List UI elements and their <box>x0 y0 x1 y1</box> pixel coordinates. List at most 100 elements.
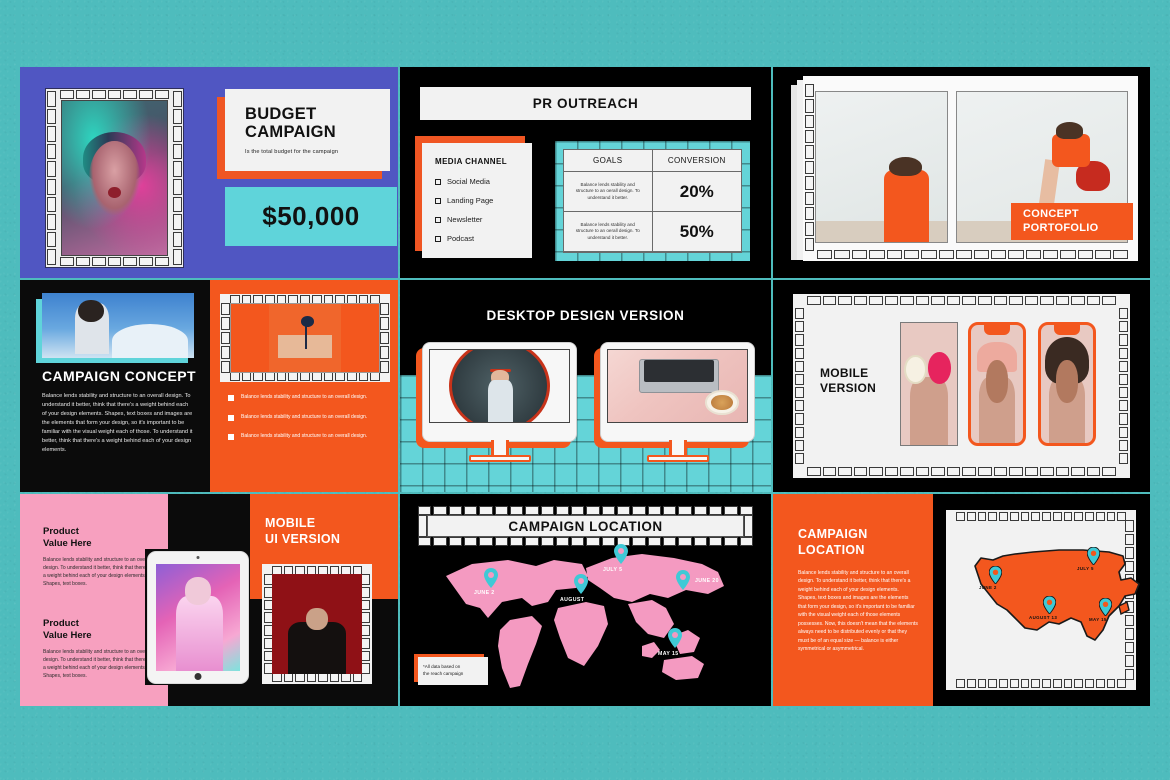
map-pin-label: JUNE 20 <box>695 578 719 584</box>
list-item: Balance lends stability and structure to… <box>228 414 393 422</box>
checkbox-icon[interactable] <box>435 178 441 185</box>
camera-icon <box>196 556 200 559</box>
map-pin-label: JULY 5 <box>1077 566 1094 571</box>
goal-text: Balance lends stability and structure to… <box>575 221 640 240</box>
checkbox-icon[interactable] <box>435 197 441 204</box>
phone-notch <box>1054 325 1080 335</box>
product-value-block-1: Product Value Here Balance lends stabili… <box>43 526 153 588</box>
table-header-conversion: CONVERSION <box>652 150 741 172</box>
slide-desktop-design-version[interactable]: DESKTOP DESIGN VERSION <box>400 280 771 492</box>
slide-mobile-version[interactable]: MOBILE VERSION <box>773 280 1150 492</box>
map-footnote: *All data based on the reach campaign <box>414 654 488 685</box>
us-title-line1: CAMPAIGN <box>798 527 868 541</box>
location-pin-icon <box>1087 547 1100 565</box>
media-channel-list: Social Media Landing Page Newsletter Pod… <box>435 177 532 243</box>
phone-mockup-1 <box>968 322 1026 446</box>
red-photo-film-frame <box>262 564 372 684</box>
map-pin[interactable] <box>1099 598 1112 616</box>
list-item[interactable]: Social Media <box>435 177 532 186</box>
map-pin[interactable] <box>484 568 498 588</box>
mobile-ui-line1: MOBILE <box>265 516 316 530</box>
campaign-concept-title: CAMPAIGN CONCEPT <box>42 368 196 384</box>
product-title-line1: Product <box>43 618 79 629</box>
goals-conversion-table: GOALS CONVERSION Balance lends stability… <box>563 149 742 253</box>
product-title-line2: Value Here <box>43 629 92 641</box>
table-row: Balance lends stability and structure to… <box>564 212 653 252</box>
map-pin[interactable] <box>676 570 690 590</box>
location-pin-icon <box>574 574 588 594</box>
map-pin[interactable] <box>574 574 588 594</box>
slide-pr-outreach[interactable]: PR OUTREACH MEDIA CHANNEL Social Media L… <box>400 67 771 278</box>
map-pin[interactable] <box>989 566 1002 584</box>
campaign-location-header-frame: CAMPAIGN LOCATION <box>418 506 753 546</box>
slide-campaign-concept[interactable]: CAMPAIGN CONCEPT Balance lends stability… <box>20 280 398 492</box>
table-row: Balance lends stability and structure to… <box>564 172 653 212</box>
map-pin-label: JULY 5 <box>603 567 623 573</box>
map-pin[interactable] <box>1043 596 1056 614</box>
footnote-line2: the reach campaign <box>423 671 464 677</box>
slide-campaign-location-world[interactable]: CAMPAIGN LOCATION JUNE 2 JULY 5 AUGUST J… <box>400 494 771 706</box>
conversion-value: 50% <box>652 212 741 252</box>
photo-man-red-background <box>272 574 362 674</box>
photo-woman-portrait <box>429 349 570 423</box>
phone-notch <box>984 325 1010 335</box>
concept-label-line1: CONCEPT <box>1023 208 1079 221</box>
monitor-left <box>416 342 577 462</box>
table-header-goals: GOALS <box>564 150 653 172</box>
photo-neon-model <box>156 564 240 671</box>
location-pin-icon <box>668 628 682 648</box>
budget-amount: $50,000 <box>225 187 397 246</box>
list-item: Balance lends stability and structure to… <box>228 394 393 402</box>
bullet-text: Balance lends stability and structure to… <box>241 394 368 400</box>
bullet-text: Balance lends stability and structure to… <box>241 413 368 420</box>
slide-campaign-location-us[interactable]: CAMPAIGN LOCATION Balance lends stabilit… <box>773 494 1150 706</box>
goal-text: Balance lends stability and structure to… <box>575 181 640 200</box>
bullet-square-icon <box>228 395 234 401</box>
slide-product-value[interactable]: Product Value Here Balance lends stabili… <box>20 494 398 706</box>
portrait-photo-blowing-kiss <box>61 100 168 256</box>
us-map: JUNE 2 JULY 5 AUGUST 13 MAY 15 <box>963 544 1148 659</box>
mobile-title-line2: VERSION <box>820 380 877 395</box>
photo-girl-sky <box>42 293 194 358</box>
budget-subtitle: Is the total budget for the campaign <box>245 148 339 155</box>
phone-mockup-2 <box>1038 322 1096 446</box>
list-item[interactable]: Podcast <box>435 234 532 243</box>
monitor-right <box>594 342 755 462</box>
media-channel-title: MEDIA CHANNEL <box>435 157 508 166</box>
location-pin-icon <box>989 566 1002 584</box>
map-pin-label: JUNE 2 <box>474 590 495 596</box>
mobile-ui-line2: UI VERSION <box>265 531 341 546</box>
map-pin-label: JUNE 2 <box>979 585 997 590</box>
map-pin[interactable] <box>668 628 682 648</box>
map-pin-label: MAY 15 <box>658 651 679 657</box>
campaign-concept-body: Balance lends stability and structure to… <box>42 393 193 454</box>
checkbox-icon[interactable] <box>435 216 441 223</box>
location-pin-icon <box>676 570 690 590</box>
list-item[interactable]: Landing Page <box>435 196 532 205</box>
media-channel-label: Landing Page <box>447 196 494 205</box>
product-value-block-2: Product Value Here Balance lends stabili… <box>43 618 153 680</box>
campaign-location-header: CAMPAIGN LOCATION <box>427 515 744 537</box>
checkbox-icon[interactable] <box>435 235 441 242</box>
bullet-text: Balance lends stability and structure to… <box>241 433 368 439</box>
photo-woman-flower-eyes <box>900 322 958 446</box>
location-pin-icon <box>1099 598 1112 616</box>
product-body: Balance lends stability and structure to… <box>43 648 152 680</box>
home-button-icon[interactable] <box>194 673 202 680</box>
map-pin[interactable] <box>1087 547 1100 565</box>
mobile-title-line1: MOBILE <box>820 366 869 380</box>
slide-budget-campaign[interactable]: BUDGET CAMPAIGN Is the total budget for … <box>20 67 398 278</box>
location-pin-icon <box>1043 596 1056 614</box>
list-item[interactable]: Newsletter <box>435 215 532 224</box>
orange-photo-film-frame <box>220 294 390 382</box>
mobile-ui-title: MOBILE UI VERSION <box>265 516 340 547</box>
media-channel-label: Newsletter <box>447 215 483 224</box>
campaign-location-us-title: CAMPAIGN LOCATION <box>798 527 868 558</box>
media-channel-card: MEDIA CHANNEL Social Media Landing Page … <box>422 143 532 258</box>
budget-title-card: BUDGET CAMPAIGN Is the total budget for … <box>225 89 390 171</box>
slide-concept-portfolio[interactable]: CONCEPT PORTOFOLIO <box>773 67 1150 278</box>
map-pin[interactable] <box>614 544 628 564</box>
bullet-square-icon <box>228 414 234 421</box>
campaign-location-us-body: Balance lends stability and structure to… <box>798 570 918 653</box>
photo-woman-with-flower <box>230 303 380 373</box>
